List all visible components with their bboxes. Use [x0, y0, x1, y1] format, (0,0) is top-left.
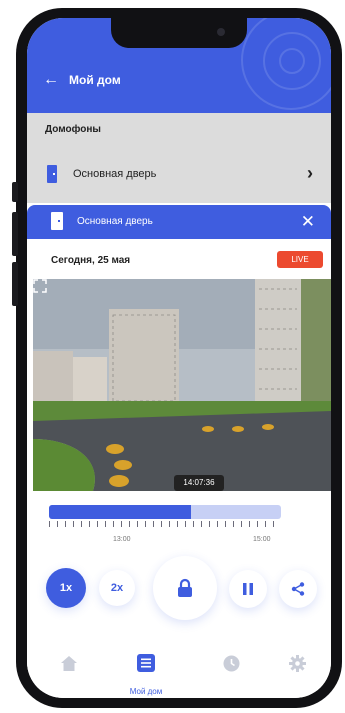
door-icon [51, 212, 63, 230]
pause-button[interactable] [229, 570, 267, 608]
speed-1x-button[interactable]: 1x [46, 568, 86, 608]
phone-notch [111, 18, 247, 48]
section-title: Домофоны [45, 124, 101, 135]
phone-side-button [12, 182, 18, 202]
live-badge[interactable]: LIVE [277, 251, 323, 268]
timeline-scrubber[interactable] [49, 505, 281, 519]
list-icon [137, 654, 155, 672]
chevron-right-icon: › [307, 163, 313, 183]
share-button[interactable] [279, 570, 317, 608]
pause-icon [243, 583, 253, 595]
back-arrow-icon[interactable]: ← [43, 72, 59, 88]
timeline-ticks [49, 521, 281, 527]
phone-volume-up [12, 212, 18, 256]
phone-volume-down [12, 262, 18, 306]
timeline-label-start: 13:00 [113, 536, 131, 543]
camera-video-feed[interactable]: 14:07:36 [33, 279, 331, 491]
clock-icon[interactable] [223, 655, 240, 672]
page-title: Мой дом [69, 73, 121, 87]
app-screen: ← Мой дом Домофоны Основная дверь › Осно… [27, 18, 331, 698]
speed-2x-button[interactable]: 2x [99, 570, 135, 606]
share-icon [291, 582, 305, 596]
camera-frame-illustration [33, 279, 331, 491]
date-label: Сегодня, 25 мая [51, 255, 131, 266]
nav-item-label: Мой дом [129, 687, 163, 696]
bottom-nav: Мой дом [27, 638, 331, 698]
speed-1x-label: 1x [59, 582, 73, 594]
front-camera [217, 28, 225, 36]
lock-icon [178, 578, 192, 597]
intercom-item-label: Основная дверь [73, 168, 157, 180]
intercom-item[interactable]: Основная дверь › [27, 156, 331, 192]
timeline-label-end: 15:00 [253, 536, 271, 543]
door-icon [47, 165, 57, 183]
camera-sheet-header: Основная дверь ✕ [27, 205, 331, 239]
fullscreen-icon[interactable] [33, 279, 47, 293]
camera-sheet-title: Основная дверь [77, 216, 153, 227]
home-icon[interactable] [60, 655, 78, 672]
header-decoration [279, 48, 305, 74]
close-icon[interactable]: ✕ [301, 212, 315, 232]
video-timestamp: 14:07:36 [174, 475, 224, 491]
unlock-door-button[interactable] [153, 556, 217, 620]
timeline-progress [49, 505, 191, 519]
gear-icon[interactable] [289, 655, 306, 672]
speed-2x-label: 2x [110, 582, 124, 594]
